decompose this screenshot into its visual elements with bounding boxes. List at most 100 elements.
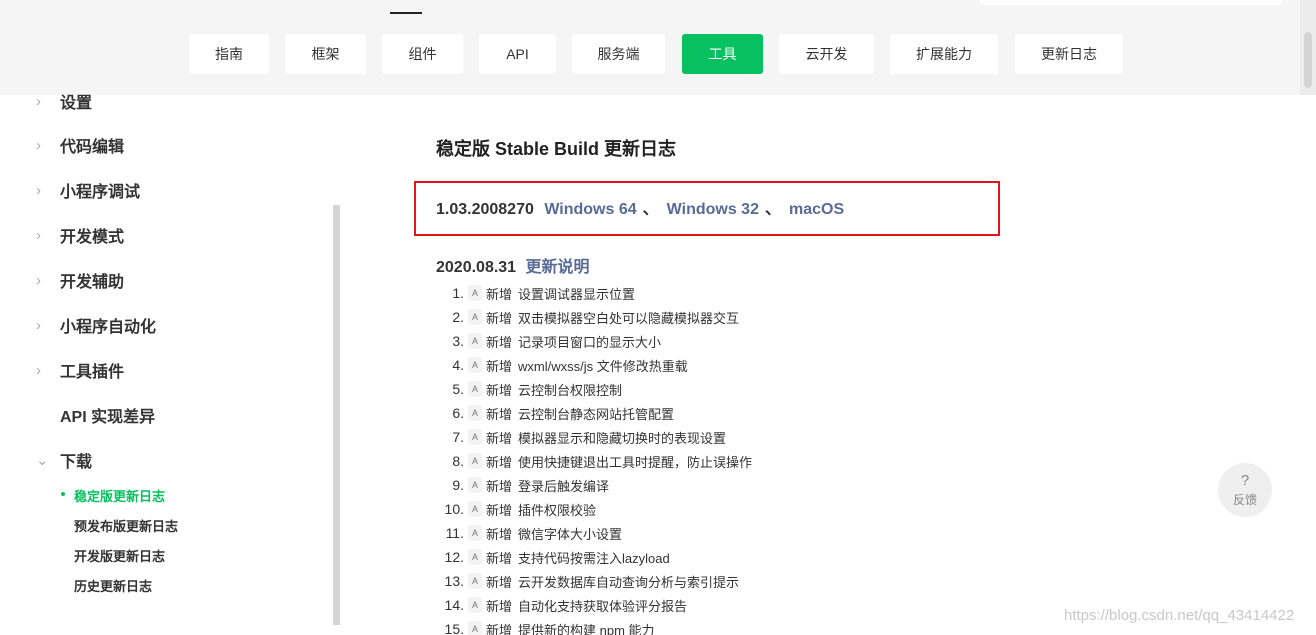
- change-kind: 新增: [486, 622, 513, 635]
- sidebar-item-download[interactable]: ⌄ 下载: [36, 447, 92, 473]
- change-text: 插件权限校验: [518, 502, 597, 518]
- feedback-button[interactable]: ? 反馈: [1218, 463, 1272, 517]
- tab-extensions[interactable]: 扩展能力: [890, 34, 998, 74]
- sidebar-item-dev-mode[interactable]: › 开发模式: [36, 222, 124, 248]
- list-item: 2. A 新增 双击模拟器空白处可以隐藏模拟器交互: [436, 307, 739, 327]
- list-item: 9. A 新增 登录后触发编译: [436, 475, 609, 495]
- list-item: 5. A 新增 云控制台权限控制: [436, 379, 622, 399]
- change-text: wxml/wxss/js 文件修改热重载: [518, 358, 688, 374]
- change-kind: 新增: [486, 574, 513, 590]
- list-item: 15. A 新增 提供新的构建 npm 能力: [436, 619, 655, 635]
- help-icon: ?: [1240, 471, 1250, 489]
- change-kind: 新增: [486, 478, 513, 494]
- list-item-number: 14.: [444, 597, 464, 613]
- list-item: 8. A 新增 使用快捷键退出工具时提醒，防止误操作: [436, 451, 752, 471]
- sidebar-item-dev-assist[interactable]: › 开发辅助: [36, 267, 124, 293]
- change-text: 云控制台权限控制: [518, 382, 623, 398]
- release-date-line: 2020.08.31 更新说明: [436, 253, 590, 277]
- change-text: 双击模拟器空白处可以隐藏模拟器交互: [518, 310, 740, 326]
- tab-framework[interactable]: 框架: [285, 34, 366, 74]
- top-nav-bar: 指南 框架 组件 API 服务端 工具 云开发 扩展能力 更新日志: [0, 0, 1316, 95]
- list-item-number: 3.: [452, 333, 464, 349]
- sidebar-item-tool-plugins[interactable]: › 工具插件: [36, 357, 124, 383]
- change-kind: 新增: [486, 334, 513, 350]
- sidebar-item-settings[interactable]: › 设置: [36, 88, 92, 114]
- list-item: 4. A 新增 wxml/wxss/js 文件修改热重载: [436, 355, 688, 375]
- change-text: 云开发数据库自动查询分析与索引提示: [518, 574, 740, 590]
- change-kind: 新增: [486, 430, 513, 446]
- watermark: https://blog.csdn.net/qq_43414422: [1064, 607, 1295, 624]
- sidebar-item-debugging[interactable]: › 小程序调试: [36, 177, 140, 203]
- chevron-right-icon: ›: [36, 316, 41, 334]
- sidebar-scrollbar[interactable]: [333, 205, 340, 625]
- tab-changelog[interactable]: 更新日志: [1015, 34, 1123, 74]
- platform-tag: A: [468, 357, 482, 373]
- platform-tag: A: [468, 501, 482, 517]
- change-kind: 新增: [486, 502, 513, 518]
- sidebar: › 设置 › 代码编辑 › 小程序调试 › 开发模式 › 开发辅助 › 小程序自…: [0, 93, 340, 635]
- sidebar-item-code-editing[interactable]: › 代码编辑: [36, 132, 124, 158]
- sidebar-subitem-prerelease-changelog[interactable]: 预发布版更新日志: [74, 516, 178, 535]
- change-text: 云控制台静态网站托管配置: [518, 406, 675, 422]
- chevron-down-icon: ⌄: [36, 452, 49, 469]
- sidebar-subitem-dev-changelog[interactable]: 开发版更新日志: [74, 546, 165, 565]
- list-item-number: 7.: [452, 429, 464, 445]
- top-nav-indicator: [390, 12, 422, 14]
- list-item-number: 10.: [444, 501, 464, 517]
- change-kind: 新增: [486, 286, 513, 302]
- change-kind: 新增: [486, 382, 513, 398]
- sidebar-subitem-history-changelog[interactable]: 历史更新日志: [74, 576, 152, 595]
- tab-guide[interactable]: 指南: [189, 34, 269, 74]
- separator: 、: [642, 201, 659, 218]
- list-item: 14. A 新增 自动化支持获取体验评分报告: [436, 595, 687, 615]
- release-notes-link[interactable]: 更新说明: [526, 259, 590, 276]
- tab-tools[interactable]: 工具: [682, 34, 763, 74]
- change-kind: 新增: [486, 598, 513, 614]
- change-text: 微信字体大小设置: [518, 526, 623, 542]
- list-item: 13. A 新增 云开发数据库自动查询分析与索引提示: [436, 571, 739, 591]
- list-item-number: 13.: [444, 573, 464, 589]
- change-kind: 新增: [486, 526, 513, 542]
- list-item-number: 2.: [452, 309, 464, 325]
- sidebar-item-api-diff[interactable]: API 实现差异: [36, 402, 155, 428]
- change-text: 设置调试器显示位置: [518, 286, 636, 302]
- chevron-right-icon: ›: [36, 136, 41, 154]
- page-title: 稳定版 Stable Build 更新日志: [436, 139, 677, 159]
- change-kind: 新增: [486, 310, 513, 326]
- change-text: 自动化支持获取体验评分报告: [518, 598, 688, 614]
- page-scrollbar-thumb[interactable]: [1304, 32, 1312, 88]
- sidebar-item-automation[interactable]: › 小程序自动化: [36, 312, 156, 338]
- download-link-macos[interactable]: macOS: [789, 201, 844, 218]
- search-box-edge[interactable]: [980, 0, 1282, 5]
- platform-tag: A: [468, 333, 482, 349]
- sidebar-item-label: 开发模式: [60, 229, 125, 246]
- list-item-number: 15.: [444, 621, 464, 635]
- download-link-windows-64[interactable]: Windows 64: [544, 201, 636, 218]
- download-link-windows-32[interactable]: Windows 32: [667, 201, 759, 218]
- change-text: 使用快捷键退出工具时提醒，防止误操作: [518, 454, 753, 470]
- list-item-number: 6.: [452, 405, 464, 421]
- list-item-number: 9.: [452, 477, 464, 493]
- list-item-number: 12.: [444, 549, 464, 565]
- chevron-right-icon: ›: [36, 181, 41, 199]
- release-date: 2020.08.31: [436, 259, 517, 276]
- platform-tag: A: [468, 429, 482, 445]
- list-item: 6. A 新增 云控制台静态网站托管配置: [436, 403, 674, 423]
- tab-server[interactable]: 服务端: [572, 34, 665, 74]
- sidebar-item-label: 代码编辑: [60, 139, 125, 156]
- active-bullet-icon: [61, 492, 65, 496]
- tab-api[interactable]: API: [479, 34, 556, 74]
- change-kind: 新增: [486, 454, 513, 470]
- chevron-right-icon: ›: [36, 226, 41, 244]
- platform-tag: A: [468, 381, 482, 397]
- list-item-number: 1.: [452, 285, 464, 301]
- sidebar-subitem-stable-changelog[interactable]: 稳定版更新日志: [74, 486, 165, 505]
- sidebar-item-label: 设置: [60, 95, 93, 112]
- platform-tag: A: [468, 453, 482, 469]
- list-item: 1. A 新增 设置调试器显示位置: [436, 283, 635, 303]
- change-text: 提供新的构建 npm 能力: [518, 622, 655, 635]
- platform-tag: A: [468, 549, 482, 565]
- sidebar-item-label: 开发辅助: [60, 274, 125, 291]
- tab-components[interactable]: 组件: [382, 34, 463, 74]
- tab-cloud-dev[interactable]: 云开发: [779, 34, 874, 74]
